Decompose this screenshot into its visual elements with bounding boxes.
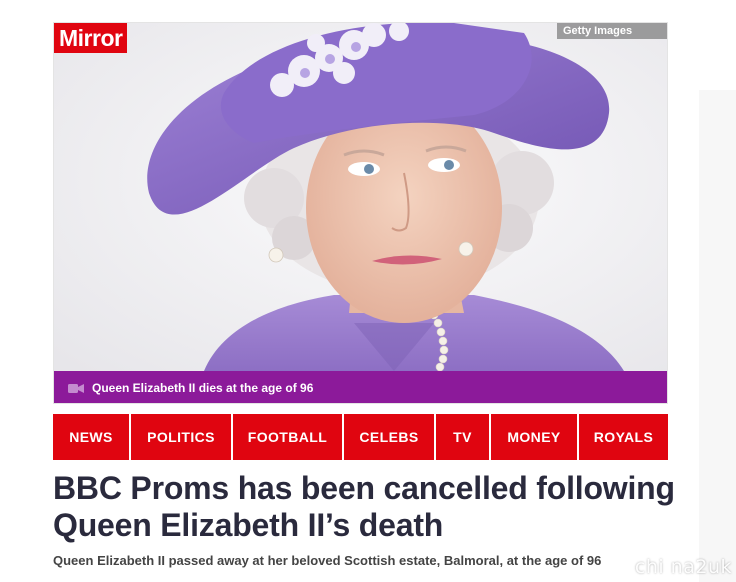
article-page: Mirror Getty Images Queen Elizabeth II d… <box>0 0 736 582</box>
nav-item-news[interactable]: NEWS <box>53 414 129 460</box>
video-caption-bar[interactable]: Queen Elizabeth II dies at the age of 96 <box>54 371 667 403</box>
video-camera-icon <box>68 383 84 394</box>
side-panel <box>699 90 736 582</box>
article-standfirst: Queen Elizabeth II passed away at her be… <box>53 553 602 568</box>
watermark: chi na2uk <box>634 556 732 578</box>
hero-media[interactable]: Mirror Getty Images Queen Elizabeth II d… <box>53 22 668 404</box>
section-nav: NEWS POLITICS FOOTBALL CELEBS TV MONEY R… <box>53 414 668 460</box>
article-headline: BBC Proms has been cancelled following Q… <box>53 470 675 543</box>
nav-item-football[interactable]: FOOTBALL <box>233 414 342 460</box>
nav-item-celebs[interactable]: CELEBS <box>344 414 434 460</box>
nav-item-royals[interactable]: ROYALS <box>579 414 668 460</box>
nav-item-politics[interactable]: POLITICS <box>131 414 231 460</box>
video-caption: Queen Elizabeth II dies at the age of 96 <box>92 381 314 395</box>
nav-item-money[interactable]: MONEY <box>491 414 577 460</box>
photo-credit: Getty Images <box>557 23 667 39</box>
mirror-logo[interactable]: Mirror <box>54 23 128 53</box>
hero-photo <box>54 23 667 371</box>
nav-item-tv[interactable]: TV <box>436 414 489 460</box>
